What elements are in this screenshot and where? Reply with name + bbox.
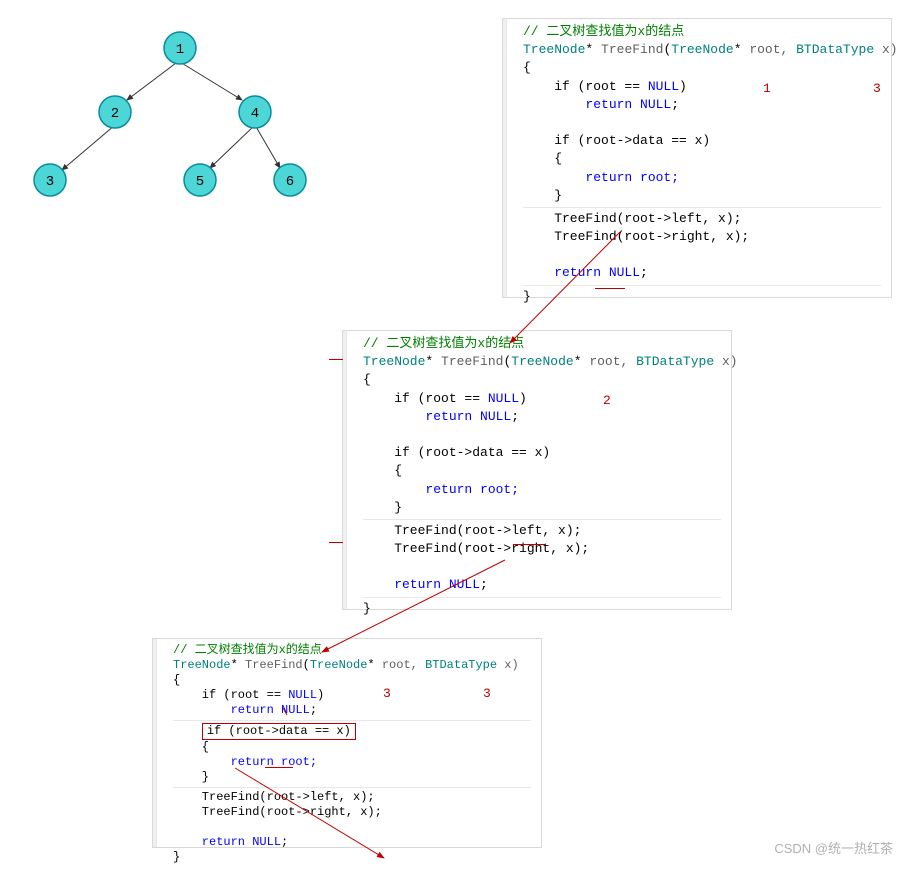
anno-1: 1 (763, 81, 771, 96)
comment-line: // 二叉树查找值为x的结点 (363, 335, 721, 353)
tree-node-2: 2 (111, 106, 119, 122)
tree-node-3: 3 (46, 174, 54, 190)
code-block-1: // 二叉树查找值为x的结点 TreeNode* TreeFind(TreeNo… (502, 18, 892, 298)
tree-node-4: 4 (251, 106, 259, 122)
tree-node-6: 6 (286, 174, 294, 190)
code-block-2: // 二叉树查找值为x的结点 TreeNode* TreeFind(TreeNo… (342, 330, 732, 610)
anno-3b: 3 (383, 686, 391, 701)
tree-node-5: 5 (196, 174, 204, 190)
anno-2: 2 (603, 393, 611, 408)
anno-3a: 3 (873, 81, 881, 96)
tree-node-1: 1 (176, 42, 184, 58)
binary-tree-diagram: 1 2 4 3 5 6 (20, 20, 340, 230)
comment-line: // 二叉树查找值为x的结点 (173, 643, 531, 658)
comment-line: // 二叉树查找值为x的结点 (523, 23, 881, 41)
watermark: CSDN @统一热红茶 (774, 838, 893, 857)
code-block-3: // 二叉树查找值为x的结点 TreeNode* TreeFind(TreeNo… (152, 638, 542, 848)
anno-3c: 3 (483, 686, 491, 701)
highlighted-condition: if (root->data == x) (202, 723, 356, 740)
